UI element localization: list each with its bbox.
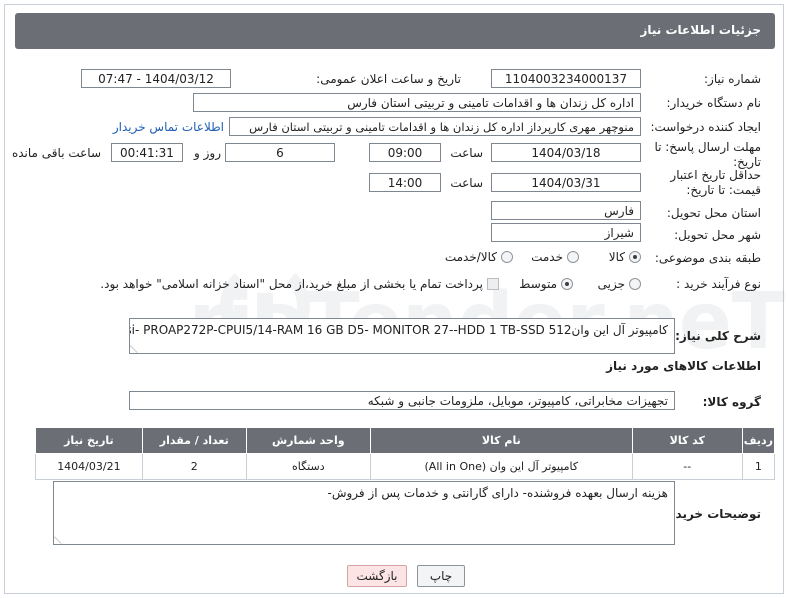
goods-need-date: 1404/03/21 <box>35 453 143 480</box>
treasury-payment-checkbox[interactable]: پرداخت تمام یا بخشی از مبلغ خرید،از محل … <box>100 277 499 291</box>
deadline-time-label: ساعت <box>450 146 483 160</box>
radio-icon[interactable] <box>501 251 513 263</box>
radio-icon[interactable] <box>567 251 579 263</box>
buyer-label: نام دستگاه خریدار: <box>666 96 762 110</box>
category-goods-radio[interactable]: کالا <box>609 250 641 264</box>
remaining-time-label: ساعت باقی مانده <box>11 146 101 160</box>
process-medium-radio[interactable]: متوسط <box>519 277 573 291</box>
goods-group-field: تجهیزات مخابراتی، کامپیوتر، موبایل، ملزو… <box>129 391 675 410</box>
radio-selected-icon[interactable] <box>629 251 641 263</box>
col-name-header: نام کالا <box>369 427 633 454</box>
category-goods-service-radio[interactable]: کالا/خدمت <box>445 250 513 264</box>
radio-icon[interactable] <box>629 278 641 290</box>
page-header: جزئیات اطلاعات نیاز <box>15 13 775 49</box>
buyer-field: اداره کل زندان ها و اقدامات تامینی و ترب… <box>193 93 641 112</box>
days-remaining-field: 6 <box>225 143 335 162</box>
province-field: فارس <box>491 201 641 220</box>
table-row: 1 -- کامپیوتر آل این وان (All in One) دس… <box>35 453 776 480</box>
resize-grip-icon[interactable] <box>54 529 69 544</box>
page-container: جزئیات اطلاعات نیاز AriaTender.neT شماره… <box>4 4 785 594</box>
col-code-header: کد کالا <box>631 427 743 454</box>
creator-label: ایجاد کننده درخواست: <box>650 120 761 134</box>
table-header-row: ردیف کد کالا نام کالا واحد شمارش تعداد /… <box>35 427 776 454</box>
radio-selected-icon[interactable] <box>561 278 573 290</box>
price-validity-time-field: 14:00 <box>369 173 441 192</box>
province-label: استان محل تحویل: <box>666 206 761 220</box>
print-button[interactable]: چاپ <box>417 565 465 587</box>
goods-name: کامپیوتر آل این وان (All in One) <box>369 453 633 480</box>
days-label: روز و <box>194 146 221 160</box>
checkbox-icon[interactable] <box>487 278 499 290</box>
creator-field: منوچهر مهری کارپرداز اداره کل زندان ها و… <box>229 117 641 136</box>
goods-section-title: اطلاعات کالاهای مورد نیاز <box>606 359 761 373</box>
need-number-label: شماره نیاز: <box>704 72 761 86</box>
goods-table: ردیف کد کالا نام کالا واحد شمارش تعداد /… <box>35 427 776 480</box>
page-title: جزئیات اطلاعات نیاز <box>640 23 761 37</box>
description-field[interactable]: کامپیوتر آل این وان512 msi- PROAP272P-CP… <box>129 318 675 354</box>
remaining-time-field: 00:41:31 <box>111 143 183 162</box>
deadline-time-field: 09:00 <box>369 143 441 162</box>
city-field: شیراز <box>491 223 641 242</box>
buyer-notes-field[interactable]: هزینه ارسال بعهده فروشنده- دارای گارانتی… <box>53 481 675 545</box>
announce-datetime-label: تاریخ و ساعت اعلان عمومی: <box>316 72 461 86</box>
goods-code: -- <box>631 453 743 480</box>
row-number: 1 <box>741 453 776 480</box>
announce-datetime-field: 1404/03/12 - 07:47 <box>81 69 231 88</box>
buyer-contact-link[interactable]: اطلاعات تماس خریدار <box>113 120 224 134</box>
price-validity-label: حداقل تاریخ اعتبار قیمت: تا تاریخ: <box>670 168 761 197</box>
goods-group-label: گروه کالا: <box>702 395 761 409</box>
deadline-date-field: 1404/03/18 <box>491 143 641 162</box>
need-number-field: 1104003234000137 <box>491 69 641 88</box>
category-service-radio[interactable]: خدمت <box>531 250 579 264</box>
col-row-header: ردیف <box>741 427 776 454</box>
process-minor-radio[interactable]: جزیی <box>598 277 641 291</box>
price-validity-date-field: 1404/03/31 <box>491 173 641 192</box>
description-label: شرح کلی نیاز: <box>675 329 761 343</box>
goods-unit: دستگاه <box>245 453 371 480</box>
resize-grip-icon[interactable] <box>130 338 145 353</box>
goods-quantity: 2 <box>141 453 247 480</box>
col-unit-header: واحد شمارش <box>245 427 371 454</box>
process-type-label: نوع فرآیند خرید : <box>676 277 761 291</box>
watermark-logo: AriaTender.neT <box>195 273 785 367</box>
category-label: طبقه بندی موضوعی: <box>654 251 761 265</box>
col-date-header: تاریخ نیاز <box>35 427 143 454</box>
price-validity-time-label: ساعت <box>450 176 483 190</box>
city-label: شهر محل تحویل: <box>674 228 761 242</box>
back-button[interactable]: بازگشت <box>347 565 407 587</box>
deadline-label: مهلت ارسال پاسخ: تا تاریخ: <box>654 140 761 169</box>
col-quantity-header: تعداد / مقدار <box>141 427 247 454</box>
